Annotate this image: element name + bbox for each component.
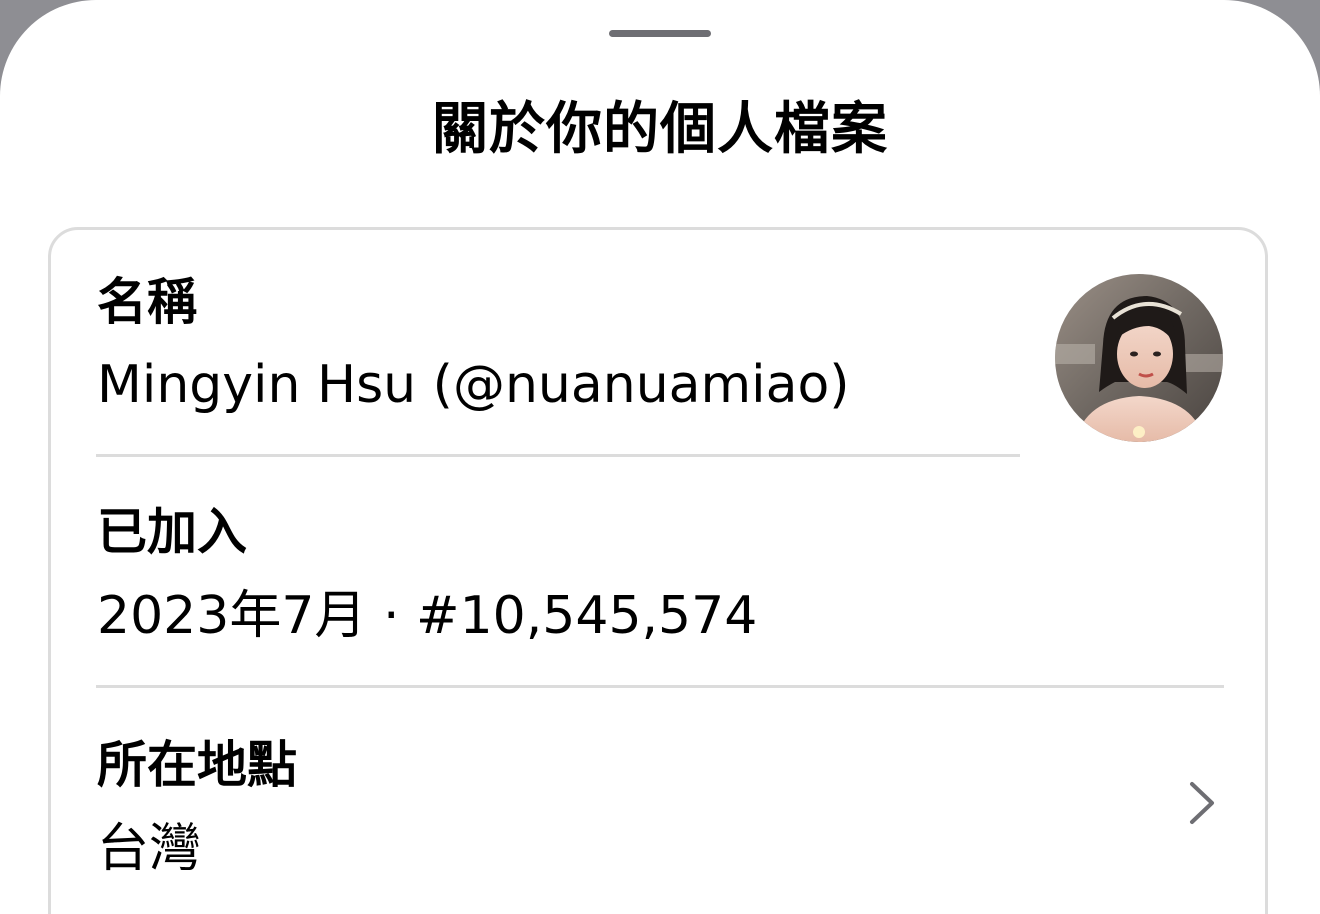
location-value: 台灣	[97, 819, 202, 879]
divider-name	[96, 454, 1020, 457]
location-label: 所在地點	[97, 736, 297, 794]
divider-joined	[96, 685, 1224, 688]
sheet-grabber-handle[interactable]	[609, 30, 711, 37]
sheet-title: 關於你的個人檔案	[432, 97, 888, 162]
profile-photo-icon	[1055, 274, 1223, 442]
chevron-right-icon[interactable]	[1182, 778, 1222, 828]
about-profile-sheet: 關於你的個人檔案 名稱 Mingyin Hsu (@nuanuamiao) 已加…	[0, 0, 1320, 914]
joined-label: 已加入	[97, 503, 247, 561]
name-label: 名稱	[97, 273, 197, 331]
joined-value: 2023年7月 · #10,545,574	[97, 586, 758, 646]
avatar[interactable]	[1055, 274, 1223, 442]
name-value: Mingyin Hsu (@nuanuamiao)	[97, 355, 850, 415]
